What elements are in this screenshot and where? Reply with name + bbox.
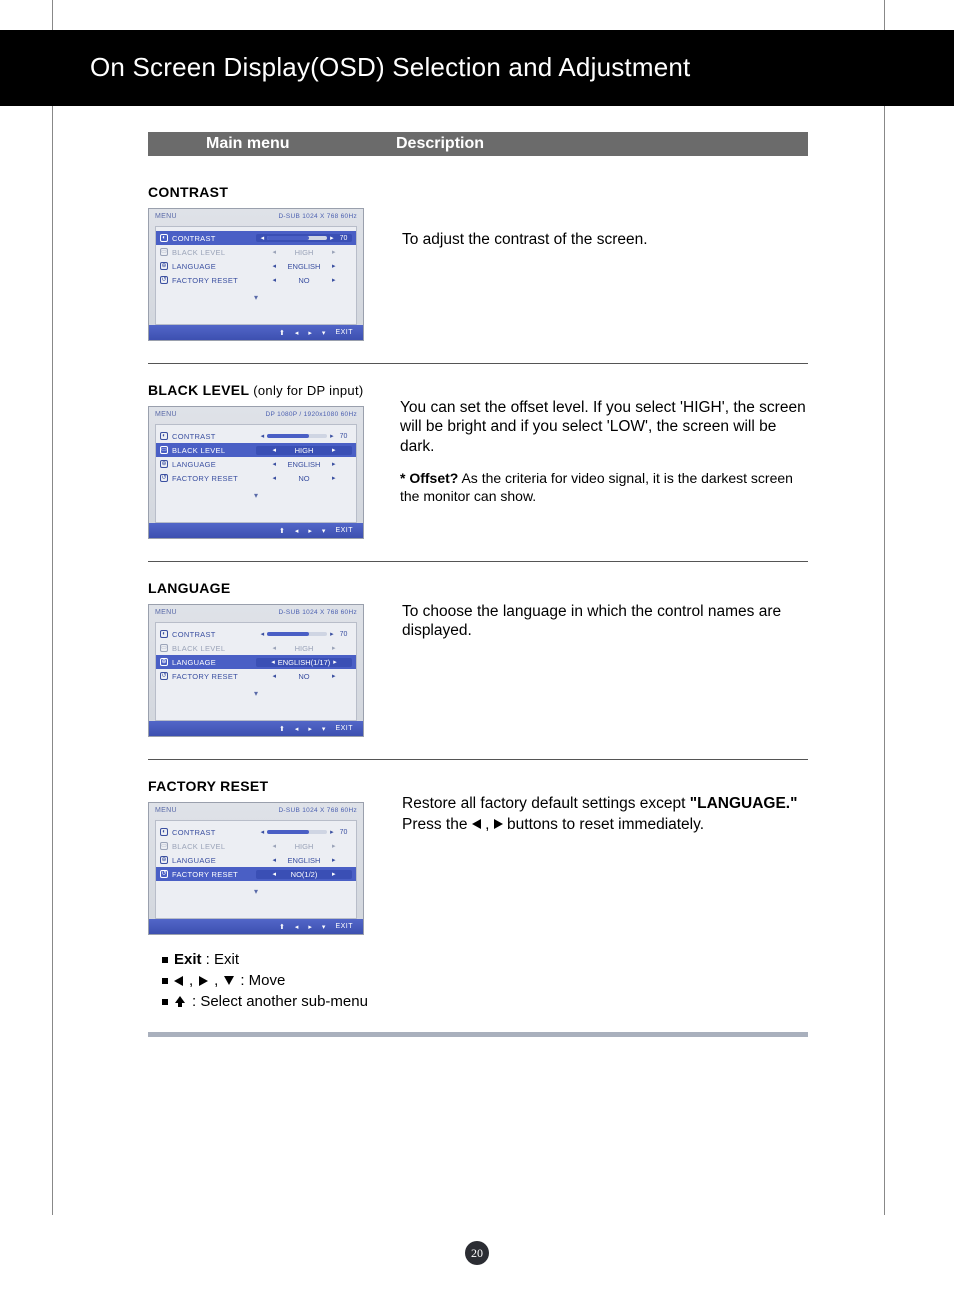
black-level-icon: ▭ [160, 248, 168, 256]
left-icon[interactable]: ◂ [295, 329, 299, 337]
section-contrast: CONTRAST MENU D-SUB 1024 X 768 60Hz ◐ CO… [148, 184, 808, 341]
section-language: LANGUAGE MENU D-SUB 1024 X 768 60Hz ◐ CO… [148, 580, 808, 737]
osd-row-language[interactable]: ⊕ LANGUAGE ◂ENGLISH▸ [156, 457, 356, 471]
legend-move: , , : Move [162, 970, 808, 991]
bullet-icon [162, 978, 168, 984]
osd-row-language[interactable]: ⊕ LANGUAGE ◂ENGLISH▸ [156, 853, 356, 867]
reset-icon: ↺ [160, 276, 168, 284]
osd-row-black-level[interactable]: ▭ BLACK LEVEL ◂HIGH▸ [156, 245, 356, 259]
down-icon[interactable]: ▾ [322, 329, 326, 337]
legend-select: : Select another sub-menu [162, 991, 808, 1012]
osd-black-level: MENU DP 1080P / 1920x1080 60Hz ◐ CONTRAS… [148, 406, 364, 539]
osd-row-factory-reset[interactable]: ↺ FACTORY RESET ◂NO▸ [156, 273, 356, 287]
osd-row-black-level[interactable]: ▭ BLACK LEVEL ◂HIGH▸ [156, 839, 356, 853]
desc-contrast: To adjust the contrast of the screen. [402, 230, 808, 249]
bullet-icon [162, 999, 168, 1005]
left-triangle-icon [174, 976, 183, 986]
osd-signal: D-SUB 1024 X 768 60Hz [278, 213, 357, 220]
osd-row-black-level[interactable]: ▭ BLACK LEVEL ◂HIGH▸ [156, 443, 356, 457]
left-triangle-icon [472, 819, 481, 829]
bullet-icon [162, 957, 168, 963]
osd-menu-label: MENU [155, 213, 177, 220]
right-triangle-icon [199, 976, 208, 986]
heading-contrast: CONTRAST [148, 184, 368, 200]
right-triangle-icon [494, 819, 503, 829]
desc-factory-reset-1: Restore all factory default settings exc… [402, 794, 808, 813]
osd-row-language[interactable]: ⊕ LANGUAGE ◂ENGLISH(1/17)▸ [156, 655, 356, 669]
osd-row-black-level[interactable]: ▭ BLACK LEVEL ◂HIGH▸ [156, 641, 356, 655]
osd-row-factory-reset[interactable]: ↺ FACTORY RESET ◂NO(1/2)▸ [156, 867, 356, 881]
column-main-menu: Main menu [206, 135, 396, 153]
osd-row-factory-reset[interactable]: ↺ FACTORY RESET ◂NO▸ [156, 471, 356, 485]
black-level-qualifier: (only for DP input) [253, 383, 363, 398]
left-chevron-icon: ◂ [261, 234, 265, 242]
separator [148, 363, 808, 364]
heading-factory-reset: FACTORY RESET [148, 778, 368, 794]
desc-factory-reset-2: Press the , buttons to reset immediately… [402, 815, 808, 834]
language-icon: ⊕ [160, 262, 168, 270]
osd-row-contrast[interactable]: ◐ CONTRAST ◂▸70 [156, 825, 356, 839]
up-icon[interactable]: ⬆ [279, 329, 285, 337]
osd-row-contrast[interactable]: ◐ CONTRAST ◂▸70 [156, 429, 356, 443]
section-factory-reset: FACTORY RESET MENU D-SUB 1024 X 768 60Hz… [148, 778, 808, 935]
contrast-icon: ◐ [160, 234, 168, 242]
column-description: Description [396, 135, 484, 153]
bottom-rule [148, 1032, 808, 1037]
heading-black-level: BLACK LEVEL (only for DP input) [148, 382, 366, 398]
down-triangle-icon [224, 976, 234, 985]
osd-language: MENU D-SUB 1024 X 768 60Hz ◐ CONTRAST ◂▸… [148, 604, 364, 737]
osd-row-contrast[interactable]: ◐ CONTRAST ◂▸70 [156, 231, 356, 245]
exit-button[interactable]: EXIT [335, 329, 353, 336]
separator [148, 759, 808, 760]
legend-exit: Exit : Exit [162, 949, 808, 970]
desc-language: To choose the language in which the cont… [402, 602, 808, 641]
page-title: On Screen Display(OSD) Selection and Adj… [90, 52, 690, 83]
column-header-bar: Main menu Description [148, 132, 808, 156]
right-icon[interactable]: ▸ [308, 329, 312, 337]
osd-factory-reset: MENU D-SUB 1024 X 768 60Hz ◐ CONTRAST ◂▸… [148, 802, 364, 935]
up-arrow-icon [174, 996, 186, 1008]
desc-black-level: You can set the offset level. If you sel… [400, 398, 808, 456]
page-number: 20 [465, 1241, 489, 1265]
osd-row-factory-reset[interactable]: ↺ FACTORY RESET ◂NO▸ [156, 669, 356, 683]
legend: Exit : Exit , , : Move : Select another … [162, 949, 808, 1012]
separator [148, 561, 808, 562]
right-chevron-icon: ▸ [330, 234, 334, 242]
osd-row-contrast[interactable]: ◐ CONTRAST ◂▸70 [156, 627, 356, 641]
content-area: Main menu Description CONTRAST MENU D-SU… [148, 132, 808, 1037]
offset-note: * Offset? As the criteria for video sign… [400, 470, 808, 505]
scroll-down-icon: ▾ [156, 293, 356, 302]
osd-contrast: MENU D-SUB 1024 X 768 60Hz ◐ CONTRAST ◂▸… [148, 208, 364, 341]
heading-language: LANGUAGE [148, 580, 368, 596]
osd-row-language[interactable]: ⊕ LANGUAGE ◂ENGLISH▸ [156, 259, 356, 273]
section-black-level: BLACK LEVEL (only for DP input) MENU DP … [148, 382, 808, 539]
osd-footer: ⬆ ◂ ▸ ▾ EXIT [149, 325, 363, 340]
